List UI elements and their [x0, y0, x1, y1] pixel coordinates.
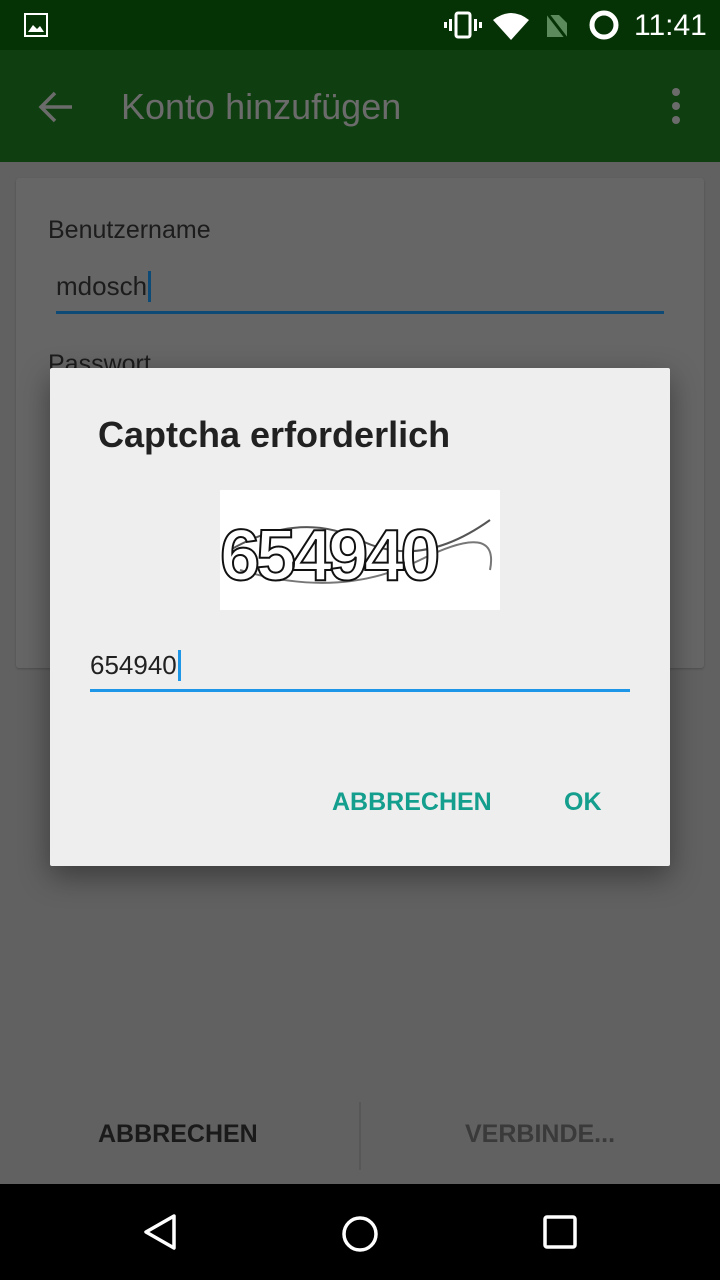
username-input[interactable]: mdosch	[56, 266, 664, 314]
bottom-bar: ABBRECHEN VERBINDE...	[0, 1100, 720, 1184]
arrow-left-icon[interactable]	[38, 89, 74, 125]
cancel-button[interactable]: ABBRECHEN	[98, 1120, 258, 1149]
divider	[359, 1102, 361, 1170]
dialog-ok-button[interactable]: OK	[564, 788, 602, 817]
svg-text:654940: 654940	[220, 516, 438, 596]
sync-icon	[589, 10, 619, 40]
clock: 11:41	[634, 9, 707, 42]
connect-button[interactable]: VERBINDE...	[465, 1120, 615, 1149]
username-label: Benutzername	[48, 216, 211, 244]
more-vert-icon[interactable]	[666, 88, 686, 124]
page-title: Konto hinzufügen	[121, 86, 402, 127]
captcha-image: 654940	[220, 490, 500, 610]
no-sim-icon	[545, 12, 569, 39]
dialog-cancel-button[interactable]: ABBRECHEN	[332, 788, 492, 817]
navigation-bar	[0, 1184, 720, 1280]
vibrate-icon	[444, 11, 482, 39]
home-icon[interactable]	[340, 1214, 380, 1254]
captcha-input[interactable]: 654940	[90, 640, 630, 692]
app-bar: Konto hinzufügen	[0, 50, 720, 162]
image-icon	[24, 13, 48, 37]
status-bar: 11:41	[0, 0, 720, 50]
recents-icon[interactable]	[542, 1214, 578, 1250]
wifi-icon	[493, 13, 529, 40]
dialog-title: Captcha erforderlich	[98, 414, 451, 455]
back-icon[interactable]	[142, 1212, 178, 1252]
captcha-dialog: Captcha erforderlich 654940 654940 ABBRE…	[50, 368, 670, 866]
